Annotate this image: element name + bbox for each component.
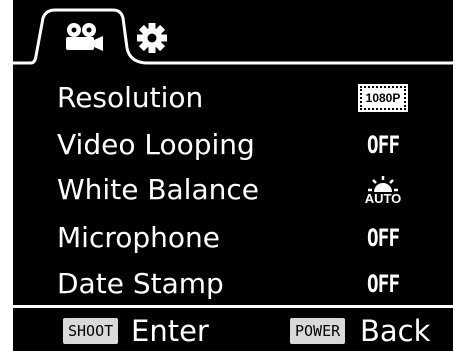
- setting-value-text: OFF: [366, 224, 400, 252]
- tab-bar: [13, 0, 453, 70]
- setting-value: AUTO: [333, 167, 433, 213]
- camera-settings-screen: Resolution 1080P Video Looping OFF White…: [13, 0, 453, 351]
- power-action-label: Back: [360, 314, 431, 348]
- resolution-badge: 1080P: [357, 84, 409, 112]
- setting-label: Microphone: [57, 221, 220, 254]
- video-camera-icon: [66, 23, 103, 51]
- setting-row-microphone[interactable]: Microphone OFF: [13, 215, 453, 261]
- setting-value-text: OFF: [366, 131, 400, 159]
- shoot-key-badge[interactable]: SHOOT: [63, 318, 119, 344]
- sun-auto-icon: [367, 175, 398, 192]
- setting-label: White Balance: [57, 173, 259, 206]
- setting-value: OFF: [333, 215, 433, 261]
- gear-icon: [137, 23, 167, 53]
- setting-value: OFF: [333, 261, 433, 307]
- setting-row-resolution[interactable]: Resolution 1080P: [13, 75, 453, 121]
- setting-value: 1080P: [333, 75, 433, 121]
- shoot-action-label: Enter: [131, 314, 209, 348]
- tab-settings[interactable]: [136, 22, 168, 54]
- power-key-badge[interactable]: POWER: [290, 318, 346, 344]
- setting-row-video-looping[interactable]: Video Looping OFF: [13, 122, 453, 168]
- footer-hints: SHOOT Enter POWER Back: [13, 310, 453, 351]
- setting-value: OFF: [333, 122, 433, 168]
- white-balance-value: AUTO: [364, 190, 402, 206]
- setting-row-date-stamp[interactable]: Date Stamp OFF: [13, 261, 453, 307]
- footer-divider: [13, 305, 453, 308]
- tab-video[interactable]: [61, 22, 105, 52]
- setting-row-white-balance[interactable]: White Balance AUTO: [13, 167, 453, 213]
- setting-value-text: OFF: [366, 270, 400, 298]
- setting-label: Date Stamp: [57, 267, 224, 300]
- setting-label: Video Looping: [57, 128, 255, 161]
- setting-label: Resolution: [57, 81, 204, 114]
